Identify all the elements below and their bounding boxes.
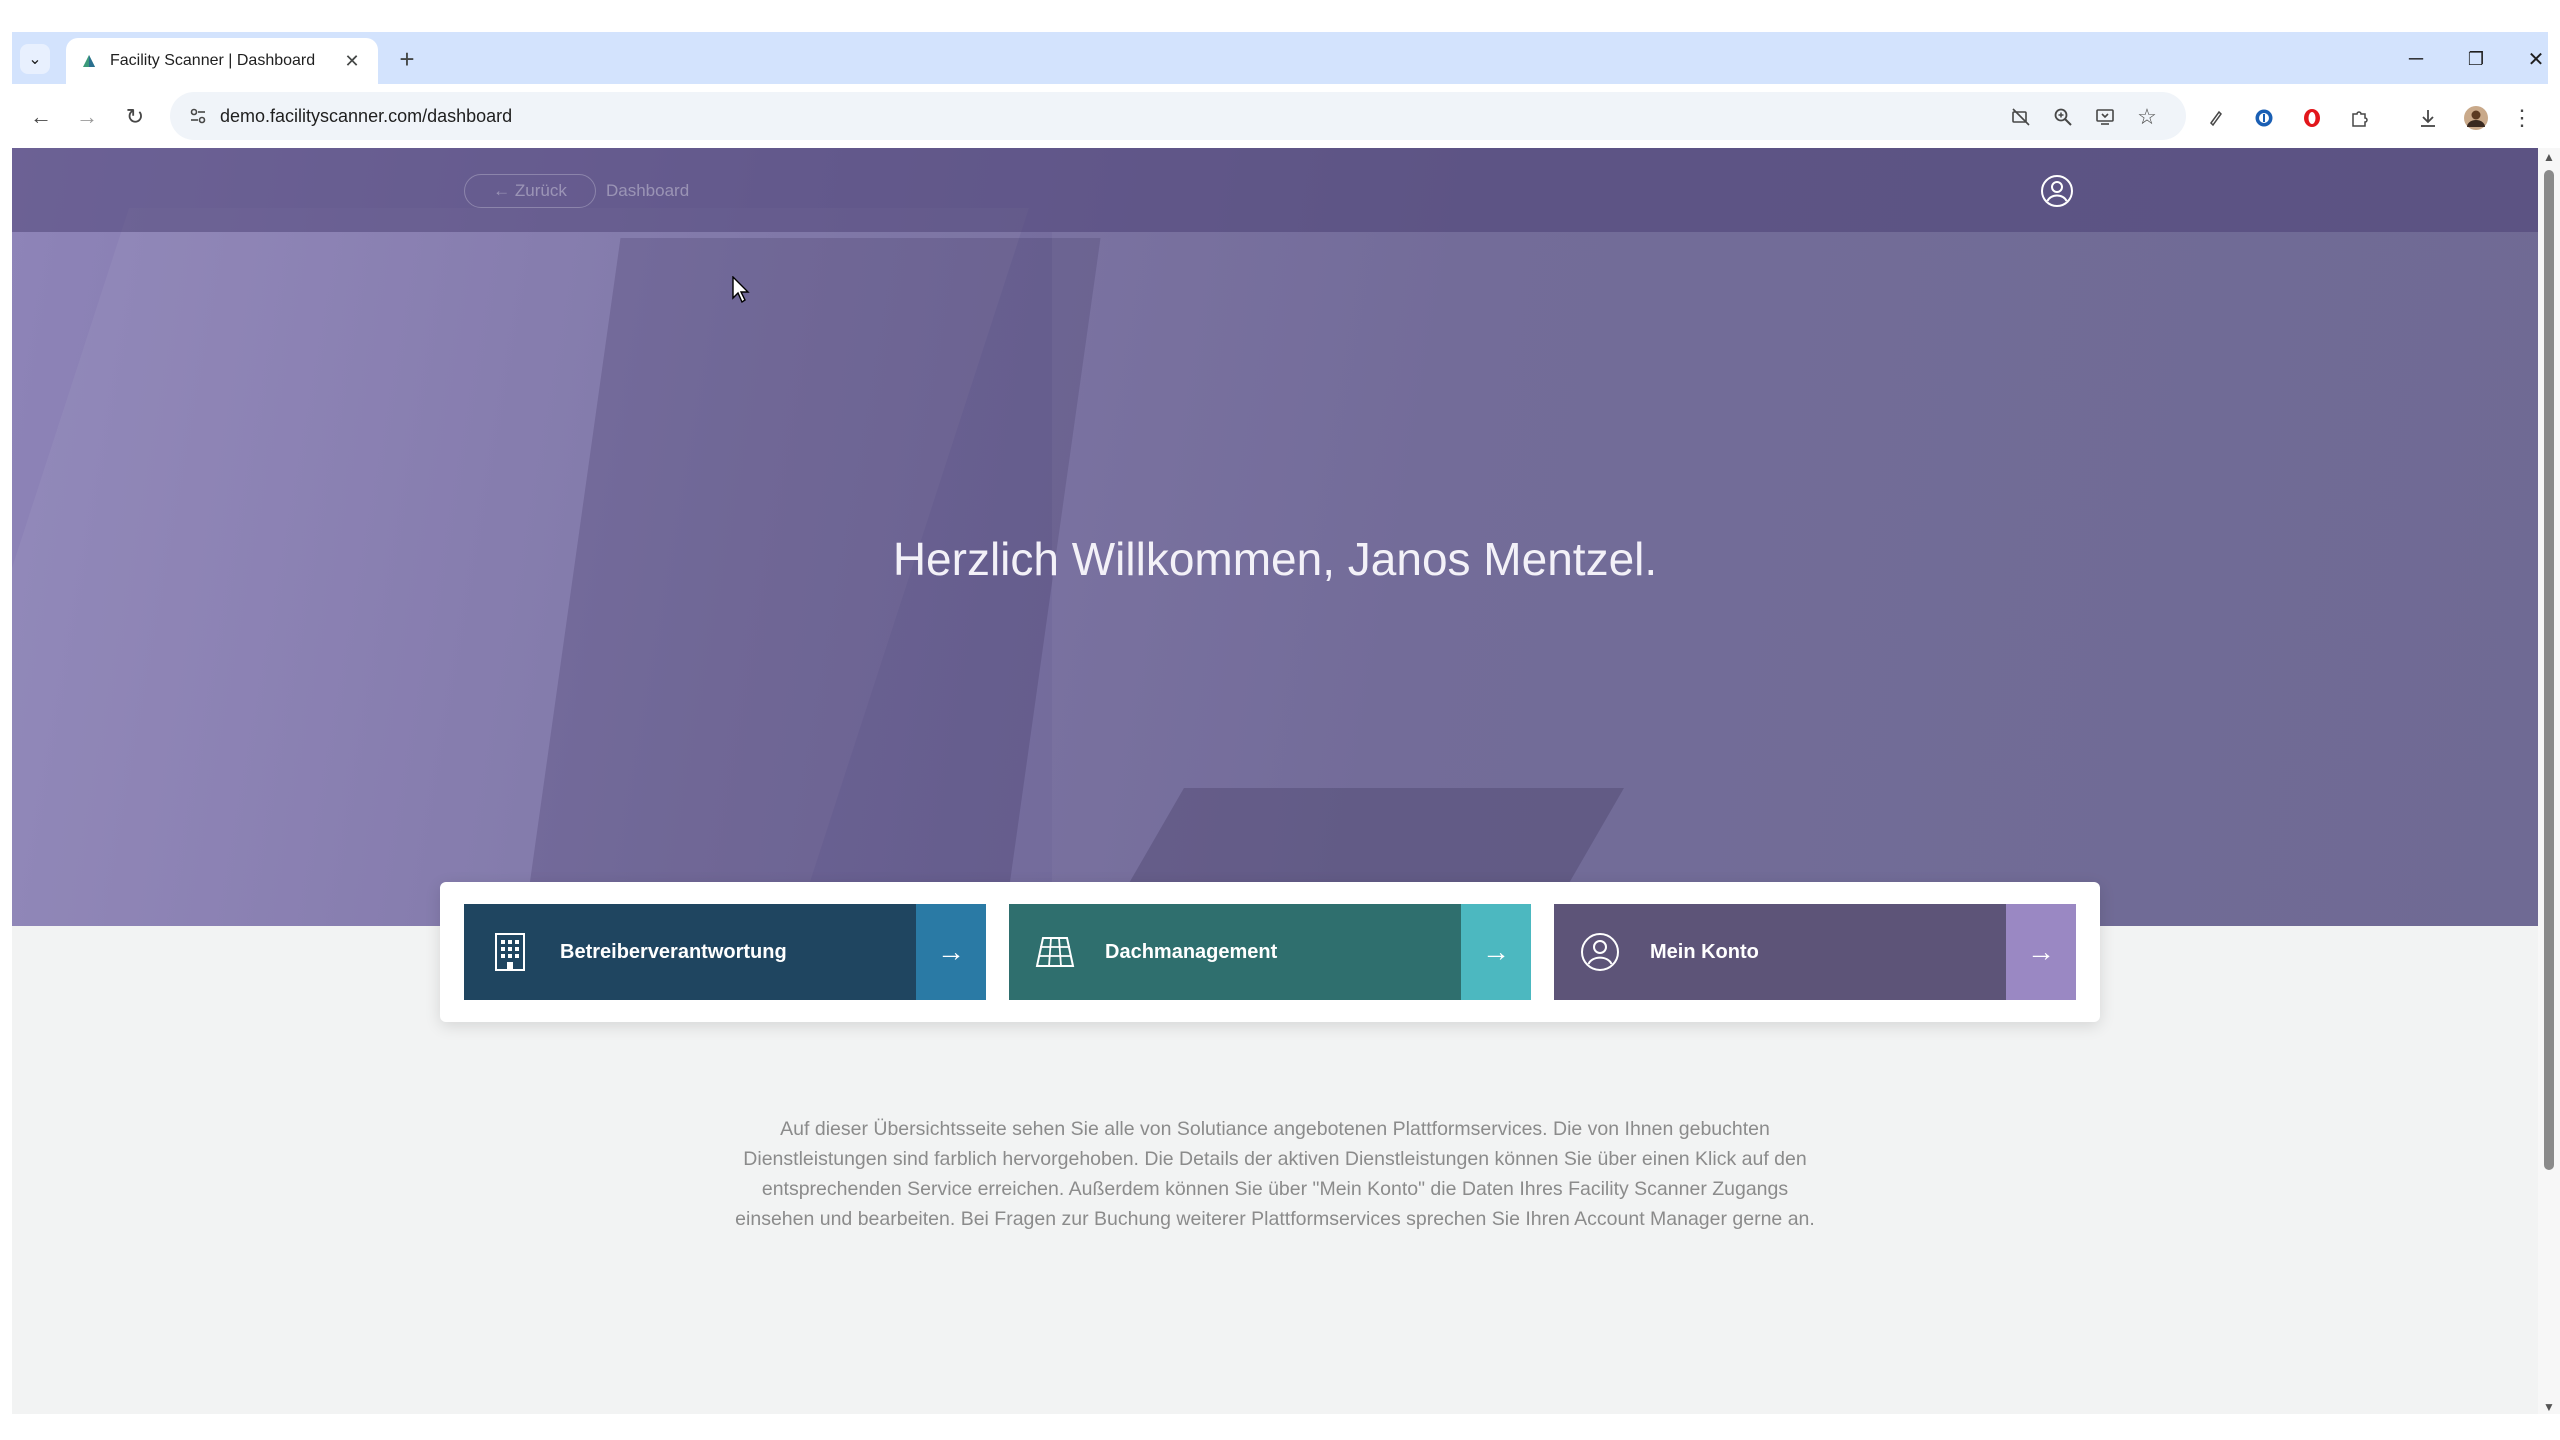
close-window-button[interactable]: ✕ [2516, 42, 2556, 76]
tab-bar: ⌄ Facility Scanner | Dashboard ✕ + ─ ❐ ✕ [12, 32, 2548, 84]
scroll-up-icon[interactable]: ▲ [2542, 150, 2556, 164]
browser-toolbar: ← → ↻ demo.facilityscanner.com/dashboard… [12, 84, 2548, 148]
forward-icon[interactable]: → [70, 100, 104, 134]
intro-text: Auf dieser Übersichtsseite sehen Sie all… [735, 1118, 1815, 1230]
back-icon[interactable]: ← [24, 100, 58, 134]
scroll-down-icon[interactable]: ▼ [2542, 1400, 2556, 1414]
user-circle-icon [1580, 932, 1620, 972]
arrow-right-icon[interactable]: → [2006, 904, 2076, 1000]
card-dachmanagement[interactable]: Dachmanagement → [1009, 904, 1531, 1000]
active-tab[interactable]: Facility Scanner | Dashboard ✕ [66, 38, 378, 84]
arrow-right-icon[interactable]: → [1461, 904, 1531, 1000]
welcome-heading: Herzlich Willkommen, Janos Mentzel. [892, 533, 1658, 585]
card-label: Dachmanagement [1105, 940, 1278, 963]
install-app-icon[interactable] [2092, 104, 2118, 130]
address-bar[interactable]: demo.facilityscanner.com/dashboard ☆ [170, 92, 2186, 140]
tab-list-icon[interactable]: ⌄ [20, 44, 50, 74]
reload-icon[interactable]: ↻ [118, 100, 152, 134]
extension-icon[interactable] [2202, 104, 2230, 132]
download-icon[interactable] [2414, 104, 2442, 132]
window-bottom-edge [0, 1414, 2560, 1440]
card-mein-konto[interactable]: Mein Konto → [1554, 904, 2076, 1000]
opera-icon[interactable] [2298, 104, 2326, 132]
page-viewport: ← Zurück Dashboard Herzlich Willkommen, … [12, 148, 2538, 1414]
minimize-button[interactable]: ─ [2396, 42, 2436, 76]
page-scrollbar[interactable]: ▲ ▼ [2538, 148, 2560, 1414]
service-cards-panel: Betreiberverantwortung → Dachmanagement … [440, 882, 2100, 1022]
account-icon[interactable] [2040, 174, 2074, 208]
card-label: Mein Konto [1650, 940, 1759, 963]
card-label: Betreiberverantwortung [560, 940, 787, 963]
scrollbar-thumb[interactable] [2544, 170, 2554, 1170]
url-text: demo.facilityscanner.com/dashboard [220, 106, 513, 126]
bookmark-star-icon[interactable]: ☆ [2134, 104, 2160, 130]
camera-off-icon[interactable] [2008, 104, 2034, 130]
site-info-icon[interactable] [186, 104, 210, 128]
puzzle-icon[interactable] [2346, 104, 2374, 132]
new-tab-button[interactable]: + [392, 44, 422, 74]
building-icon [490, 932, 530, 972]
card-betreiberverantwortung[interactable]: Betreiberverantwortung → [464, 904, 986, 1000]
arrow-right-icon[interactable]: → [916, 904, 986, 1000]
profile-avatar[interactable] [2462, 104, 2490, 132]
back-button[interactable]: ← Zurück [464, 174, 596, 208]
solar-panel-icon [1035, 932, 1075, 972]
facility-scanner-favicon-icon [80, 52, 98, 70]
tab-title: Facility Scanner | Dashboard [110, 52, 316, 69]
tab-close-icon[interactable]: ✕ [340, 51, 364, 72]
breadcrumb: Dashboard [606, 181, 690, 200]
restore-button[interactable]: ❐ [2456, 42, 2496, 76]
hero-banner: ← Zurück Dashboard Herzlich Willkommen, … [12, 148, 2538, 926]
zoom-icon[interactable] [2050, 104, 2076, 130]
top-navigation: ← Zurück Dashboard [12, 148, 2538, 232]
menu-icon[interactable]: ⋮ [2508, 104, 2536, 132]
password-manager-icon[interactable] [2250, 104, 2278, 132]
window-top-edge [0, 0, 2560, 32]
mouse-cursor [732, 276, 750, 304]
